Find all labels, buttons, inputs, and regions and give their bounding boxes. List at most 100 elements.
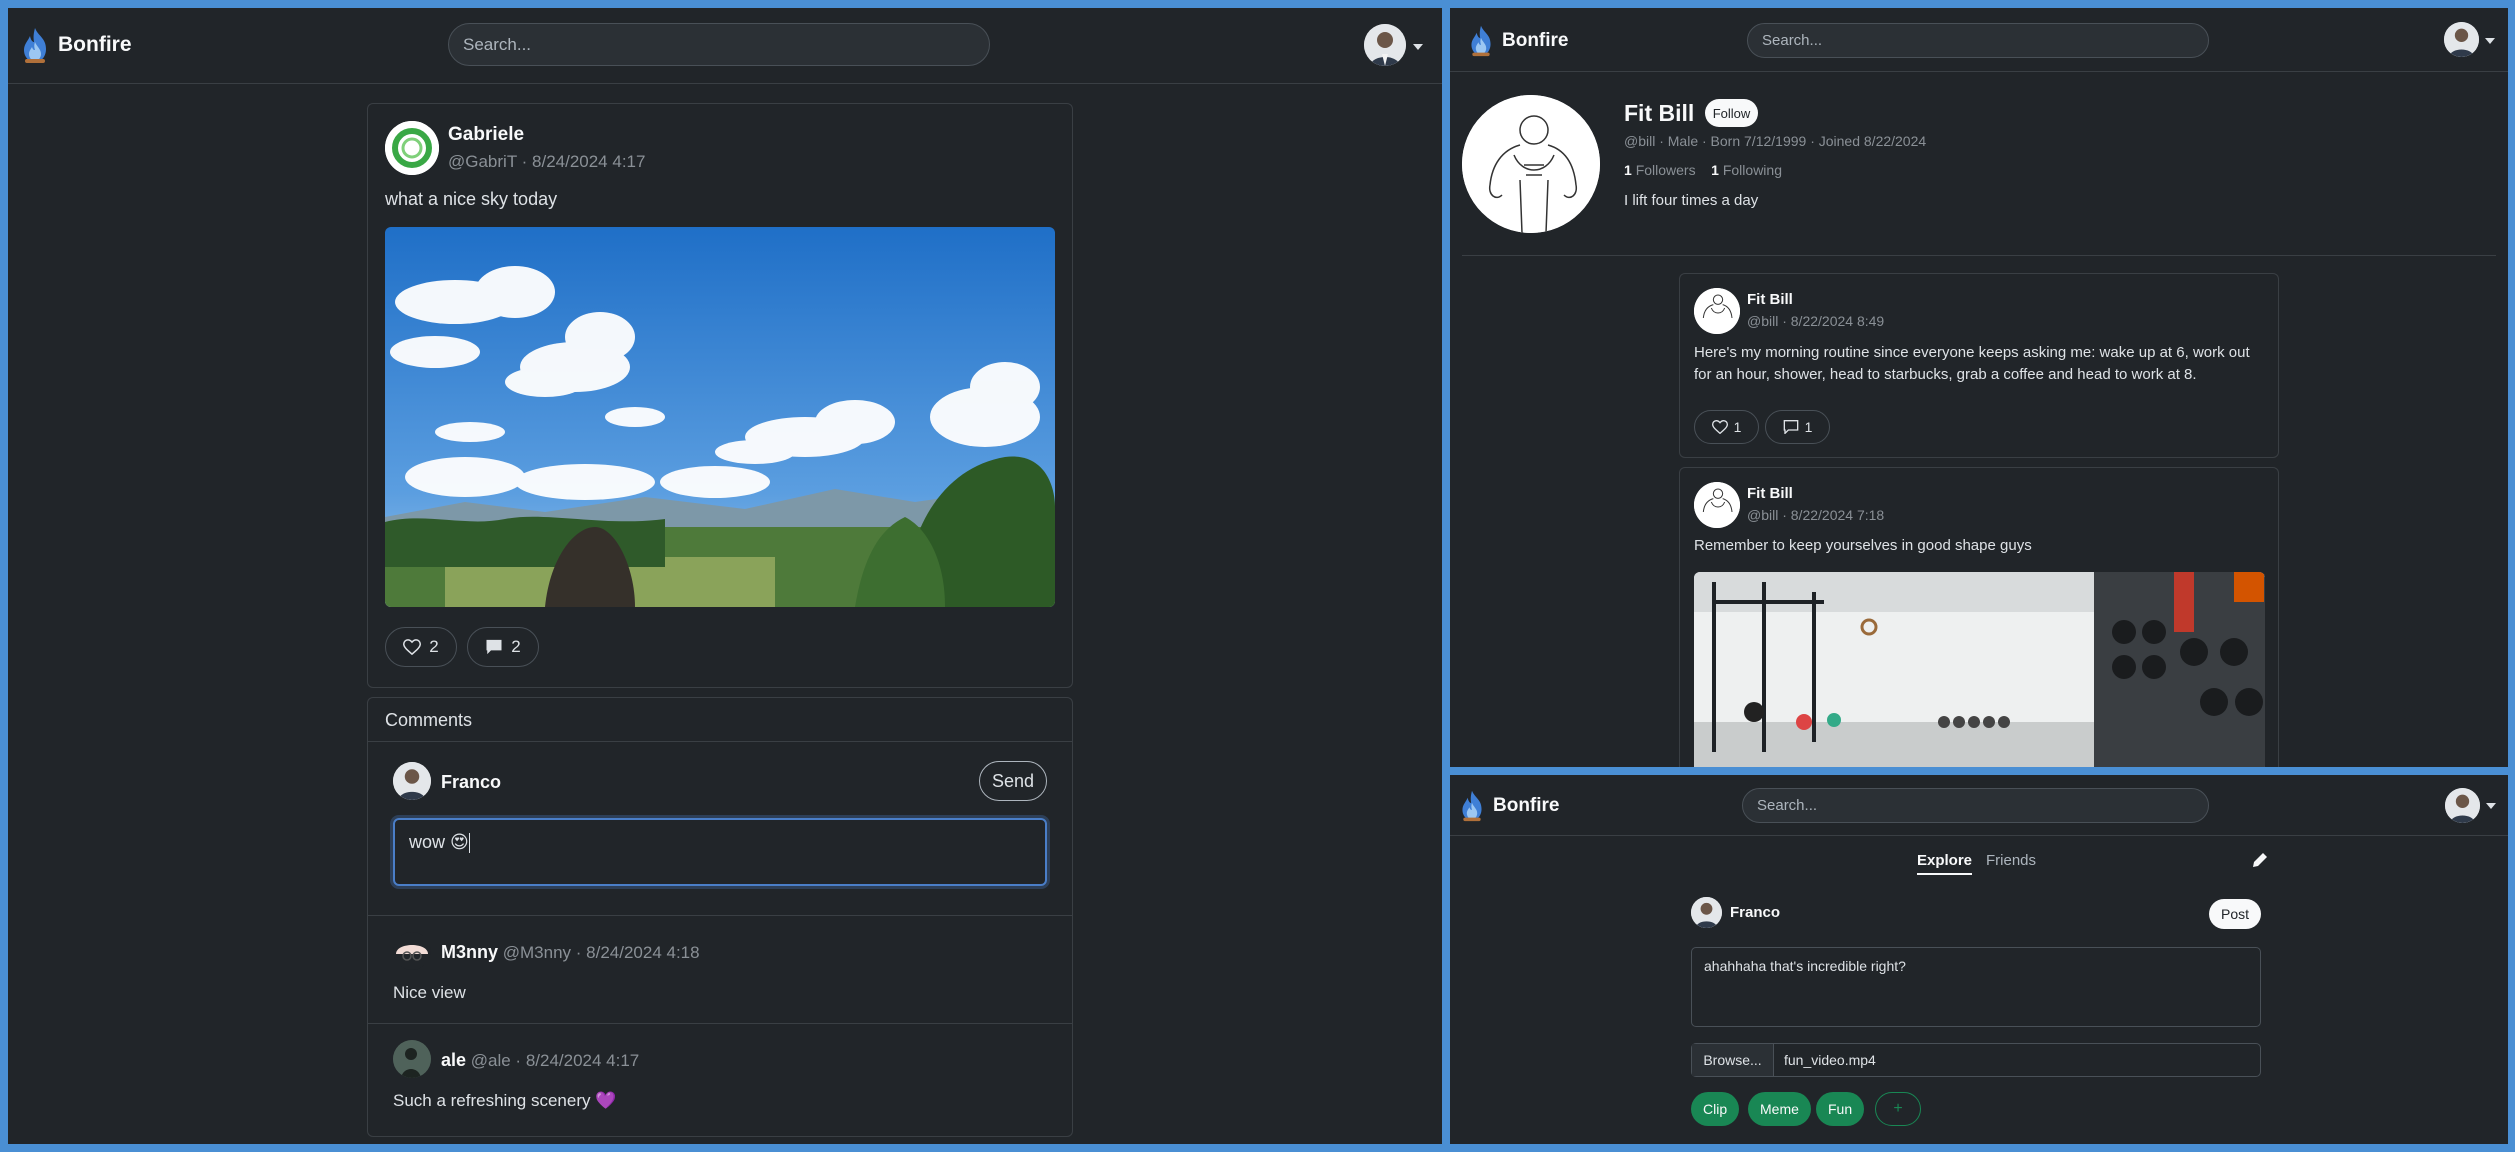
- sketch-bodybuilder-image: [1462, 95, 1600, 233]
- user-avatar[interactable]: [2444, 22, 2479, 57]
- commenter-avatar[interactable]: [393, 932, 431, 970]
- add-tag-button[interactable]: +: [1875, 1092, 1921, 1126]
- search-placeholder: Search...: [463, 34, 532, 54]
- comments-header: Comments: [368, 698, 1072, 742]
- tab-friends[interactable]: Friends: [1986, 852, 2036, 869]
- following-label: Following: [1722, 162, 1782, 178]
- commenter-name[interactable]: ale: [441, 1050, 466, 1070]
- tab-explore[interactable]: Explore: [1917, 852, 1973, 875]
- brand-link[interactable]: Bonfire: [20, 26, 132, 64]
- following-link[interactable]: 1 Following: [1711, 162, 1782, 178]
- navbar: Bonfire Search...: [1450, 8, 2508, 72]
- comment-meta: @ale · 8/24/2024 4:17: [470, 1051, 640, 1070]
- bonfire-logo-icon: [1459, 789, 1485, 822]
- edit-button[interactable]: [2252, 852, 2268, 873]
- comment-icon: [1783, 420, 1798, 434]
- brand-link[interactable]: Bonfire: [1468, 24, 1569, 57]
- brand-link[interactable]: Bonfire: [1459, 789, 1560, 822]
- caret-down-icon[interactable]: [2485, 38, 2495, 44]
- search-placeholder: Search...: [1757, 797, 1818, 814]
- navbar: Bonfire Search...: [1450, 775, 2508, 836]
- post-view-window: Bonfire Search... Gabriele @GabriT · 8/2…: [8, 8, 1442, 1144]
- search-input[interactable]: Search...: [1742, 788, 2209, 823]
- file-name: fun_video.mp4: [1784, 1052, 1876, 1068]
- comment-count: 1: [1804, 419, 1813, 435]
- tag-chip-meme[interactable]: Meme: [1748, 1092, 1811, 1126]
- composer-avatar: [393, 762, 431, 800]
- post-button[interactable]: Post: [2209, 899, 2261, 929]
- person-icon: [393, 762, 431, 800]
- followers-label: Followers: [1635, 162, 1696, 178]
- user-avatar[interactable]: [2445, 788, 2480, 823]
- search-input[interactable]: Search...: [1747, 23, 2209, 58]
- author-avatar[interactable]: [385, 121, 439, 175]
- comment-item: ale @ale · 8/24/2024 4:17 Such a refresh…: [368, 1023, 1072, 1133]
- user-avatar[interactable]: [1364, 24, 1406, 66]
- commenter-name[interactable]: M3nny: [441, 942, 498, 962]
- following-count: 1: [1711, 162, 1719, 178]
- bonfire-logo-icon: [20, 26, 50, 64]
- follow-button[interactable]: Follow: [1705, 99, 1758, 127]
- file-input[interactable]: Browse... fun_video.mp4: [1691, 1043, 2261, 1077]
- post-textarea[interactable]: ahahhaha that's incredible right?: [1691, 947, 2261, 1027]
- post-author-name[interactable]: Fit Bill: [1747, 485, 1793, 502]
- search-placeholder: Search...: [1762, 32, 1823, 49]
- comment-button[interactable]: 2: [467, 627, 539, 667]
- post-author-avatar[interactable]: [1694, 288, 1740, 334]
- comment-meta: @M3nny · 8/24/2024 4:18: [502, 943, 700, 962]
- hat-avatar-icon: [396, 945, 428, 961]
- caret-down-icon[interactable]: [1413, 44, 1423, 50]
- commenter-avatar[interactable]: [393, 1040, 431, 1078]
- send-button[interactable]: Send: [979, 761, 1047, 801]
- sketch-bodybuilder-image: [1694, 288, 1740, 334]
- profile-post-card: Fit Bill @bill · 8/22/2024 8:49 Here's m…: [1679, 273, 2279, 458]
- sky-landscape-image: [385, 227, 1055, 607]
- navbar: Bonfire Search...: [8, 8, 1442, 84]
- brand-name: Bonfire: [58, 33, 132, 56]
- tag-chip-clip[interactable]: Clip: [1691, 1092, 1740, 1126]
- composer-user: Franco: [1730, 904, 1781, 921]
- author-name[interactable]: Gabriele: [448, 124, 524, 146]
- post-card: Gabriele @GabriT · 8/24/2024 4:17 what a…: [367, 103, 1073, 688]
- like-button[interactable]: 1: [1694, 410, 1759, 444]
- like-button[interactable]: 2: [385, 627, 457, 667]
- followers-link[interactable]: 1 Followers: [1624, 162, 1696, 178]
- post-author-name[interactable]: Fit Bill: [1747, 291, 1793, 308]
- comment-button[interactable]: 1: [1765, 410, 1830, 444]
- profile-name: Fit Bill: [1624, 100, 1695, 126]
- caret-down-icon[interactable]: [2486, 803, 2496, 809]
- divider: [1462, 255, 2496, 256]
- gym-interior-image: [1694, 572, 2265, 767]
- like-count: 2: [429, 637, 439, 656]
- follow-stats: 1 Followers 1 Following: [1624, 162, 1782, 178]
- ring-avatar-icon: [385, 121, 439, 175]
- comment-item: M3nny @M3nny · 8/24/2024 4:18 Nice view: [368, 915, 1072, 1023]
- post-meta: @bill · 8/22/2024 7:18: [1747, 507, 1885, 523]
- profile-avatar[interactable]: [1462, 95, 1600, 233]
- person-silhouette-icon: [393, 1040, 431, 1078]
- search-input[interactable]: Search...: [448, 23, 990, 66]
- followers-count: 1: [1624, 162, 1632, 178]
- post-author-avatar[interactable]: [1694, 482, 1740, 528]
- post-image[interactable]: [385, 227, 1055, 607]
- comment-count: 2: [511, 637, 521, 656]
- profile-window: Bonfire Search... Fit Bill Follow @bill …: [1450, 8, 2508, 767]
- sketch-bodybuilder-image: [1694, 482, 1740, 528]
- person-icon: [1691, 897, 1722, 928]
- comment-header: ale @ale · 8/24/2024 4:17: [441, 1050, 639, 1071]
- person-icon: [1364, 24, 1406, 66]
- brand-name: Bonfire: [1493, 794, 1560, 816]
- post-text: Remember to keep yourselves in good shap…: [1694, 537, 2032, 554]
- comment-input[interactable]: wow 😍: [393, 818, 1047, 886]
- profile-bio: I lift four times a day: [1624, 192, 1759, 209]
- composer-avatar: [1691, 897, 1722, 928]
- comment-icon: [486, 639, 502, 655]
- pencil-icon: [2253, 853, 2267, 867]
- comments-card: Comments Franco Send wow 😍 M3nny @M3nny …: [367, 697, 1073, 1137]
- post-image[interactable]: [1694, 572, 2265, 767]
- tag-chip-fun[interactable]: Fun: [1816, 1092, 1865, 1126]
- comment-header: M3nny @M3nny · 8/24/2024 4:18: [441, 942, 700, 963]
- browse-button[interactable]: Browse...: [1692, 1044, 1774, 1076]
- feed-window: Bonfire Search... Explore Friends Franco…: [1450, 775, 2508, 1144]
- person-icon: [2444, 22, 2479, 57]
